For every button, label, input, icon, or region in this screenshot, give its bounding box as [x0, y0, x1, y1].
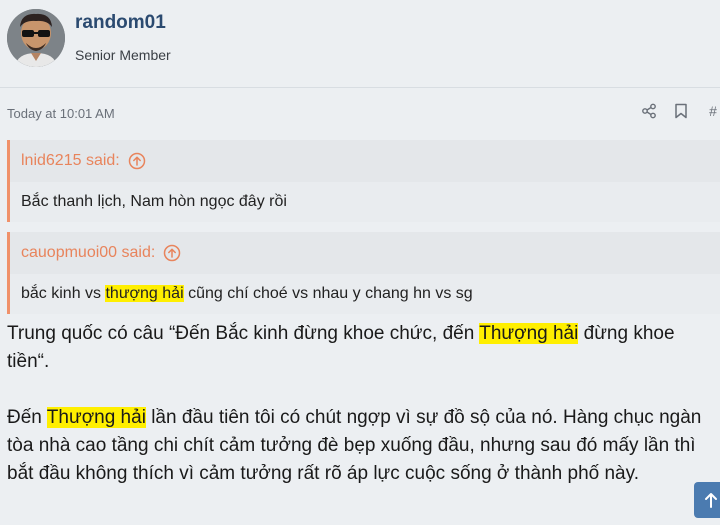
text-run: Đến: [7, 407, 47, 428]
highlighted-term: Thượng hải: [46, 407, 146, 428]
post-paragraph: Đến Thượng hải lần đầu tiên tôi có chút …: [7, 404, 720, 488]
quote-block: cauopmuoi00 said: bắc kinh vs thượng hải…: [7, 232, 720, 314]
user-title: Senior Member: [75, 47, 171, 63]
quote-text: Bắc thanh lịch, Nam hòn ngọc đây rồi: [21, 193, 287, 210]
avatar[interactable]: [7, 9, 65, 67]
highlighted-term: Thượng hải: [479, 323, 579, 344]
arrow-up-icon: [705, 493, 717, 508]
user-header: random01 Senior Member: [0, 0, 720, 88]
post-paragraph: Trung quốc có câu “Đến Bắc kinh đừng kho…: [7, 320, 720, 376]
quote-header[interactable]: cauopmuoi00 said:: [10, 232, 720, 274]
post-meta-bar: Today at 10:01 AM #: [0, 88, 720, 134]
quote-block: lnid6215 said: Bắc thanh lịch, Nam hòn n…: [7, 140, 720, 222]
share-icon[interactable]: [640, 102, 658, 120]
arrow-up-circle-icon[interactable]: [163, 244, 181, 262]
quote-body: bắc kinh vs thượng hải cũng chí choé vs …: [10, 274, 720, 314]
username[interactable]: random01: [75, 12, 166, 34]
quote-author[interactable]: cauopmuoi00 said:: [21, 244, 155, 262]
avatar-image: [7, 9, 65, 67]
post-body: Trung quốc có câu “Đến Bắc kinh đừng kho…: [7, 320, 720, 488]
quote-text-part: bắc kinh vs: [21, 285, 106, 302]
scroll-to-top-button[interactable]: [694, 482, 720, 518]
text-run: Trung quốc có câu “Đến Bắc kinh đừng kho…: [7, 323, 480, 344]
quote-body: Bắc thanh lịch, Nam hòn ngọc đây rồi: [10, 182, 720, 222]
quote-author[interactable]: lnid6215 said:: [21, 152, 120, 170]
arrow-up-circle-icon[interactable]: [128, 152, 146, 170]
quote-text-part: cũng chí choé vs nhau y chang hn vs sg: [183, 285, 473, 302]
post-date[interactable]: Today at 10:01 AM: [7, 106, 115, 121]
quote-text: bắc kinh vs thượng hải cũng chí choé vs …: [21, 285, 473, 303]
highlighted-term: thượng hải: [105, 285, 184, 302]
permalink-icon[interactable]: #: [704, 102, 720, 120]
bookmark-icon[interactable]: [672, 102, 690, 120]
quote-header[interactable]: lnid6215 said:: [10, 140, 720, 182]
